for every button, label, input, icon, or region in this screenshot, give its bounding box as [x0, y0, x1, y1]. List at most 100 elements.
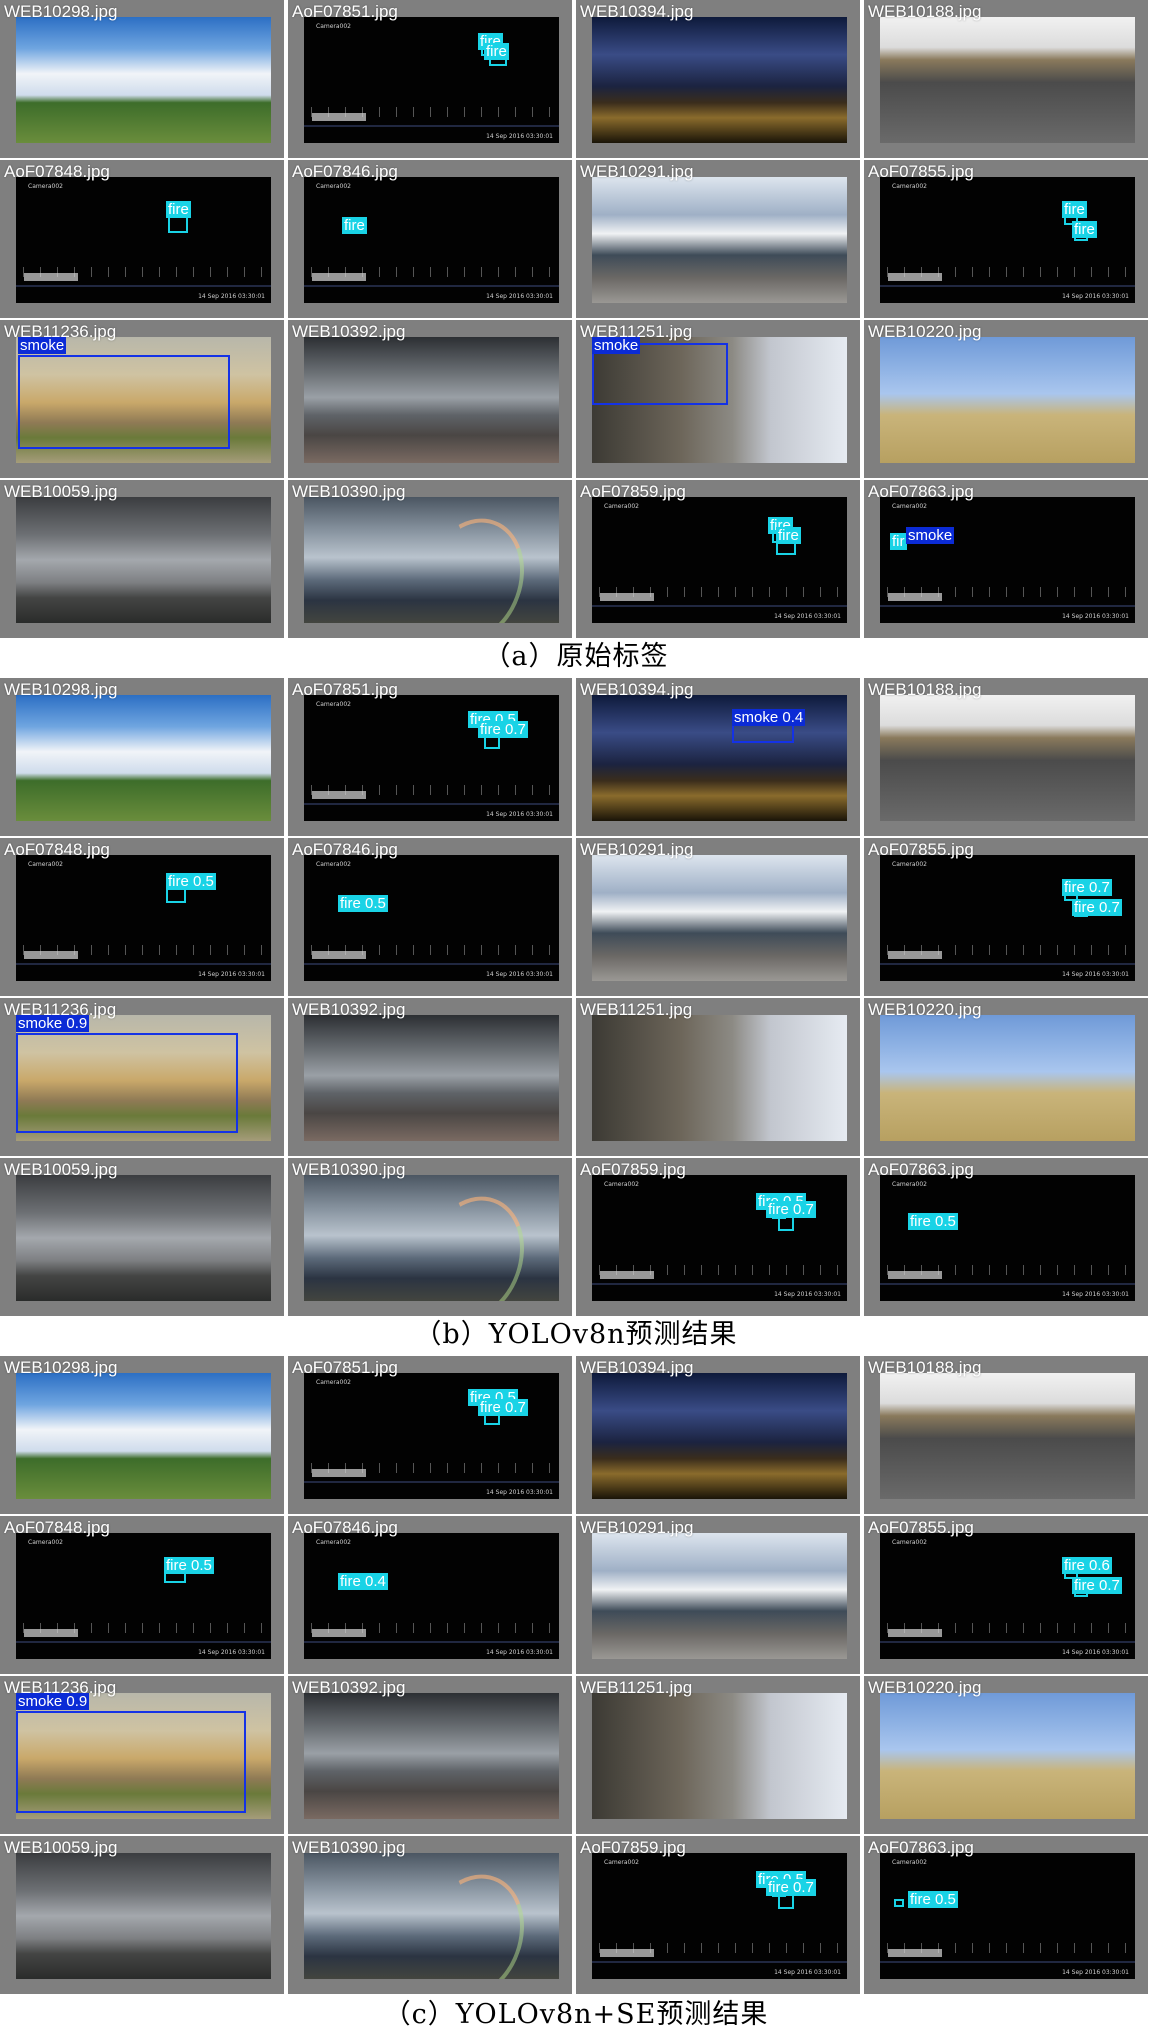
image-cell: WEB11251.jpg [576, 1676, 860, 1834]
image-cell: WEB10059.jpg [0, 480, 284, 638]
image-thumbnail [880, 337, 1135, 463]
image-cell: Camera002 14 Sep 2016 03:30:01 AoF07848.jp… [0, 1516, 284, 1674]
image-cell: WEB10392.jpg [288, 320, 572, 478]
image-thumbnail: Camera002 14 Sep 2016 03:30:01 [304, 177, 559, 303]
image-cell: Camera002 14 Sep 2016 03:30:01 AoF07855.jp… [864, 160, 1148, 318]
image-cell: WEB10291.jpg [576, 838, 860, 996]
image-filename: AoF07859.jpg [580, 482, 686, 501]
image-cell: Camera002 14 Sep 2016 03:30:01 AoF07855.jp… [864, 1516, 1148, 1674]
image-cell: WEB10390.jpg [288, 480, 572, 638]
image-filename: AoF07855.jpg [868, 162, 974, 181]
image-filename: AoF07848.jpg [4, 840, 110, 859]
image-filename: WEB10392.jpg [292, 1678, 406, 1697]
image-cell: WEB10392.jpg [288, 998, 572, 1156]
fire-detection-label: fire [166, 201, 191, 218]
image-cell: WEB10188.jpg [864, 678, 1148, 836]
image-thumbnail [880, 1373, 1135, 1499]
image-cell: Camera002 14 Sep 2016 03:30:01 AoF07848.jp… [0, 160, 284, 318]
image-thumbnail: Camera002 14 Sep 2016 03:30:01 [16, 177, 271, 303]
image-thumbnail: Camera002 14 Sep 2016 03:30:01 [880, 1175, 1135, 1301]
image-cell: WEB10059.jpg [0, 1158, 284, 1316]
image-thumbnail [304, 1853, 559, 1979]
smoke-detection-label: smoke [592, 337, 641, 354]
image-filename: WEB10059.jpg [4, 1160, 118, 1179]
smoke-detection-label: smoke 0.4 [732, 709, 806, 726]
image-cell: WEB10220.jpg [864, 320, 1148, 478]
fire-detection-label: fire 0.5 [908, 1213, 958, 1230]
image-filename: WEB10392.jpg [292, 1000, 406, 1019]
image-thumbnail [16, 337, 271, 463]
image-filename: WEB10392.jpg [292, 322, 406, 341]
image-cell: Camera002 14 Sep 2016 03:30:01 AoF07846.jp… [288, 838, 572, 996]
image-thumbnail [16, 1373, 271, 1499]
image-cell: WEB10188.jpg [864, 1356, 1148, 1514]
image-filename: AoF07848.jpg [4, 162, 110, 181]
image-cell: Camera002 14 Sep 2016 03:30:01 AoF07859.jp… [576, 480, 860, 638]
image-filename: WEB10059.jpg [4, 1838, 118, 1857]
image-thumbnail [592, 1015, 847, 1141]
panel-caption: （a）原始标签 [483, 641, 669, 672]
image-cell: WEB11251.jpg smoke [576, 320, 860, 478]
image-cell: WEB10220.jpg [864, 1676, 1148, 1834]
fire-detection-label: fire 0.5 [164, 1557, 214, 1574]
image-thumbnail: Camera002 14 Sep 2016 03:30:01 [592, 497, 847, 623]
image-filename: WEB10220.jpg [868, 1678, 982, 1697]
image-filename: WEB10291.jpg [580, 162, 694, 181]
image-thumbnail: Camera002 14 Sep 2016 03:30:01 [592, 1175, 847, 1301]
image-thumbnail [16, 17, 271, 143]
image-cell: Camera002 14 Sep 2016 03:30:01 AoF07851.jp… [288, 678, 572, 836]
image-filename: AoF07859.jpg [580, 1160, 686, 1179]
image-cell: WEB10291.jpg [576, 160, 860, 318]
image-cell: WEB10298.jpg [0, 0, 284, 158]
fire-detection-label: fire [1062, 201, 1087, 218]
image-cell: Camera002 14 Sep 2016 03:30:01 AoF07855.jp… [864, 838, 1148, 996]
image-thumbnail [304, 1015, 559, 1141]
image-thumbnail [880, 1015, 1135, 1141]
image-filename: WEB11251.jpg [580, 1000, 693, 1019]
image-cell: Camera002 14 Sep 2016 03:30:01 AoF07846.jp… [288, 160, 572, 318]
image-thumbnail: Camera002 14 Sep 2016 03:30:01 [304, 695, 559, 821]
image-cell: Camera002 14 Sep 2016 03:30:01 AoF07851.jp… [288, 0, 572, 158]
image-filename: AoF07846.jpg [292, 1518, 398, 1537]
image-thumbnail [304, 1175, 559, 1301]
image-thumbnail [16, 1015, 271, 1141]
image-filename: WEB10291.jpg [580, 1518, 694, 1537]
image-filename: WEB11251.jpg [580, 1678, 693, 1697]
fire-detection-label: fire 0.7 [766, 1879, 816, 1896]
fire-detection-label: fire [484, 43, 509, 60]
image-cell: Camera002 14 Sep 2016 03:30:01 AoF07846.jp… [288, 1516, 572, 1674]
smoke-bounding-box [16, 1711, 246, 1813]
image-filename: WEB10298.jpg [4, 1358, 118, 1377]
image-thumbnail [592, 17, 847, 143]
fire-detection-label: fire 0.6 [1062, 1557, 1112, 1574]
smoke-bounding-box [18, 355, 230, 449]
image-cell: Camera002 14 Sep 2016 03:30:01 AoF07863.jp… [864, 1836, 1148, 1994]
image-cell: Camera002 14 Sep 2016 03:30:01 AoF07863.jp… [864, 1158, 1148, 1316]
image-thumbnail: Camera002 14 Sep 2016 03:30:01 [592, 1853, 847, 1979]
image-thumbnail: Camera002 14 Sep 2016 03:30:01 [880, 177, 1135, 303]
image-thumbnail [592, 855, 847, 981]
image-thumbnail: Camera002 14 Sep 2016 03:30:01 [304, 1533, 559, 1659]
image-thumbnail [880, 17, 1135, 143]
image-cell: Camera002 14 Sep 2016 03:30:01 AoF07863.jp… [864, 480, 1148, 638]
image-thumbnail [592, 337, 847, 463]
image-filename: WEB10220.jpg [868, 1000, 982, 1019]
fire-detection-label: fire [342, 217, 367, 234]
image-thumbnail: Camera002 14 Sep 2016 03:30:01 [880, 855, 1135, 981]
fire-detection-label: fire 0.7 [478, 1399, 528, 1416]
smoke-detection-label: smoke [906, 527, 955, 544]
smoke-detection-label: smoke [18, 337, 67, 354]
image-thumbnail [592, 177, 847, 303]
image-cell: WEB10394.jpg [576, 1356, 860, 1514]
image-thumbnail: Camera002 14 Sep 2016 03:30:01 [304, 1373, 559, 1499]
image-thumbnail: Camera002 14 Sep 2016 03:30:01 [304, 17, 559, 143]
image-cell: WEB10188.jpg [864, 0, 1148, 158]
fire-detection-label: fire 0.4 [338, 1573, 388, 1590]
image-filename: AoF07851.jpg [292, 2, 398, 21]
image-cell: WEB10298.jpg [0, 678, 284, 836]
image-cell: WEB10390.jpg [288, 1158, 572, 1316]
fire-detection-label: fire 0.5 [338, 895, 388, 912]
smoke-bounding-box [732, 723, 794, 743]
image-cell: WEB10392.jpg [288, 1676, 572, 1834]
panel-caption: （b）YOLOv8n预测结果 [414, 1319, 738, 1350]
